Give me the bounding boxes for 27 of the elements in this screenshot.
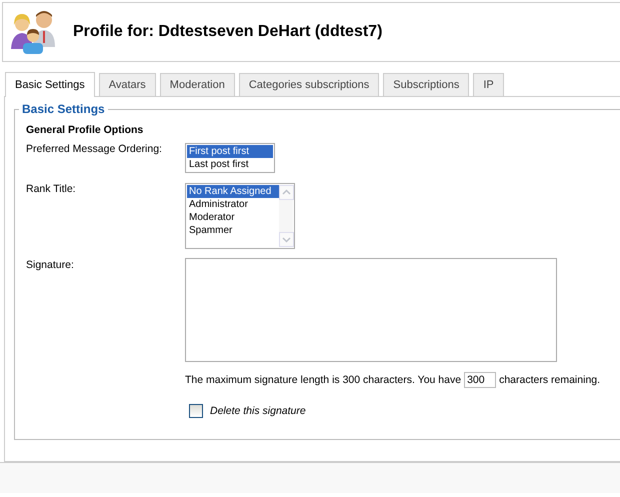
length-text: characters remaining.: [499, 374, 600, 386]
section-title: General Profile Options: [26, 124, 144, 136]
field-label: Signature:: [26, 259, 75, 271]
remaining-field[interactable]: 300: [464, 372, 496, 388]
rank-listbox[interactable]: No Rank Assigned Administrator Moderator Spammer: [185, 183, 295, 249]
fieldset-legend: Basic Settings: [19, 102, 108, 116]
signature-field[interactable]: [185, 258, 557, 362]
page-title: Profile for: Ddtestseven DeHart (ddtest7): [73, 23, 382, 41]
tab[interactable]: Avatars: [98, 73, 156, 96]
scrollbar[interactable]: [279, 185, 293, 247]
tab[interactable]: IP: [473, 73, 504, 96]
delete-checkbox[interactable]: [189, 404, 203, 418]
field-label: Preferred Message Ordering:: [26, 143, 163, 155]
list-option[interactable]: Last post first: [187, 158, 273, 171]
tab[interactable]: Moderation: [160, 73, 235, 96]
length-text: The maximum signature length is 300 characters. You have: [185, 374, 462, 386]
ordering-listbox[interactable]: First post first Last post first: [185, 143, 275, 173]
tab[interactable]: Categories subscriptions: [238, 73, 380, 96]
tab[interactable]: Subscriptions: [383, 73, 470, 96]
list-option[interactable]: Spammer: [187, 224, 279, 237]
list-option[interactable]: Administrator: [187, 198, 279, 211]
list-option[interactable]: First post first: [187, 145, 273, 158]
checkbox-label: Delete this signature: [210, 405, 306, 417]
tab[interactable]: Basic Settings: [5, 72, 95, 97]
list-option[interactable]: No Rank Assigned: [187, 185, 279, 198]
list-option[interactable]: Moderator: [187, 211, 279, 224]
field-label: Rank Title:: [26, 183, 77, 195]
